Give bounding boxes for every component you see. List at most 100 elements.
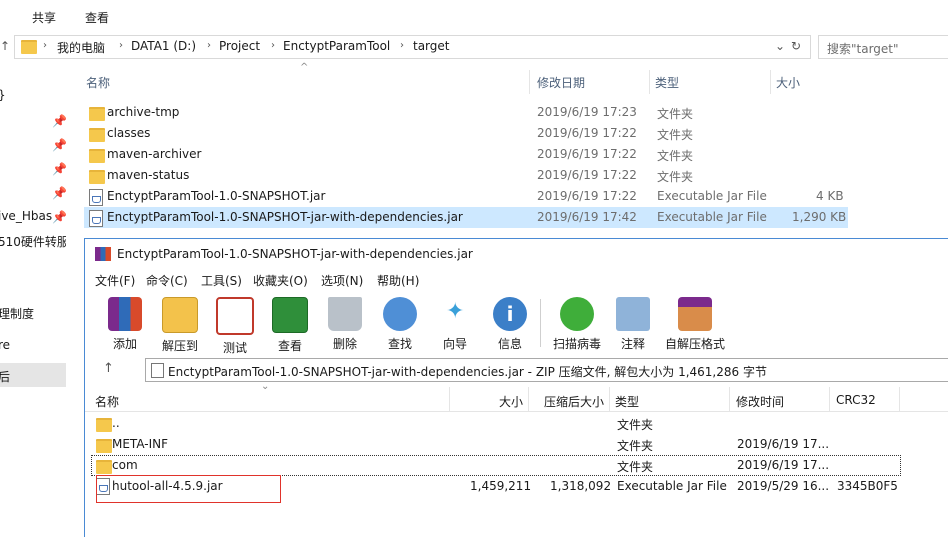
chevron-down-icon[interactable]: ⌄ — [775, 39, 785, 53]
highlight-box — [96, 475, 281, 503]
ribbon-tab-share[interactable]: 共享 — [32, 9, 56, 26]
refresh-icon[interactable]: ↻ — [791, 39, 801, 53]
search-input[interactable]: 搜索"target" — [818, 35, 948, 59]
jar-file-icon — [89, 210, 103, 227]
column-divider — [528, 387, 529, 411]
col-packed[interactable]: 压缩后大小 — [544, 393, 604, 410]
view-button[interactable]: 查看 — [264, 297, 316, 353]
entry-type: Executable Jar File — [617, 479, 727, 493]
zip-file-icon — [151, 363, 164, 378]
breadcrumb-enctyptparamtool[interactable]: EnctyptParamTool — [283, 39, 390, 53]
address-bar[interactable]: › 我的电脑 › DATA1 (D:) › Project › EnctyptP… — [14, 35, 811, 59]
ribbon-tab-view[interactable]: 查看 — [85, 9, 109, 26]
file-date: 2019/6/19 17:22 — [537, 126, 637, 140]
wizard-button[interactable]: ✦ 向导 — [429, 297, 481, 351]
nav-item-partial[interactable]: } — [0, 88, 6, 102]
col-name[interactable]: 名称 — [95, 393, 119, 410]
file-row[interactable]: maven-archiver 2019/6/19 17:22 文件夹 — [84, 144, 848, 165]
info-button[interactable]: i 信息 — [484, 297, 536, 351]
chevron-right-icon: › — [119, 40, 123, 51]
find-button[interactable]: 查找 — [374, 297, 426, 351]
file-name: archive-tmp — [107, 105, 180, 119]
breadcrumb-data1[interactable]: DATA1 (D:) — [131, 39, 196, 53]
window-title: EnctyptParamTool-1.0-SNAPSHOT-jar-with-d… — [117, 247, 473, 261]
nav-item-regulations[interactable]: 理制度 — [0, 305, 34, 322]
archive-row[interactable]: .. 文件夹 — [91, 413, 901, 434]
col-type[interactable]: 类型 — [615, 393, 639, 410]
file-row-selected[interactable]: EnctyptParamTool-1.0-SNAPSHOT-jar-with-d… — [84, 207, 848, 228]
entry-modified: 2019/6/19 17... — [737, 437, 830, 451]
file-row[interactable]: archive-tmp 2019/6/19 17:23 文件夹 — [84, 102, 848, 123]
nav-item-510[interactable]: 510硬件转服 — [0, 233, 66, 250]
test-button[interactable]: 测试 — [209, 297, 261, 355]
col-date[interactable]: 修改日期 — [537, 74, 585, 91]
pin-icon[interactable]: 📌 — [52, 162, 66, 176]
up-arrow-icon[interactable]: ↑ — [0, 39, 10, 53]
nav-item-re[interactable]: re — [0, 338, 10, 352]
scan-virus-button[interactable]: 扫描病毒 — [547, 297, 607, 351]
file-name: maven-archiver — [107, 147, 202, 161]
view-label: 查看 — [277, 339, 302, 353]
entry-crc: 3345B0F5 — [837, 479, 898, 493]
entry-type: 文件夹 — [617, 439, 654, 453]
archive-row[interactable]: META-INF 文件夹 2019/6/19 17... — [91, 434, 901, 455]
comment-button[interactable]: 注释 — [607, 297, 659, 351]
col-size[interactable]: 大小 — [499, 393, 523, 410]
pin-icon[interactable]: 📌 — [52, 138, 66, 152]
col-name[interactable]: 名称 — [86, 74, 110, 91]
column-divider — [829, 387, 830, 411]
breadcrumb-mycomputer[interactable]: 我的电脑 — [57, 39, 105, 56]
col-modified[interactable]: 修改时间 — [736, 393, 784, 410]
pin-icon[interactable]: 📌 — [52, 114, 66, 128]
sfx-button[interactable]: 自解压格式 — [662, 297, 728, 351]
file-row[interactable]: maven-status 2019/6/19 17:22 文件夹 — [84, 165, 848, 186]
extract-to-button[interactable]: 解压到 — [154, 297, 206, 353]
info-icon: i — [493, 297, 527, 331]
menu-commands[interactable]: 命令(C) — [146, 272, 188, 289]
winrar-window: EnctyptParamTool-1.0-SNAPSHOT-jar-with-d… — [84, 238, 948, 537]
file-row[interactable]: classes 2019/6/19 17:22 文件夹 — [84, 123, 848, 144]
breadcrumb-project[interactable]: Project — [219, 39, 260, 53]
file-size: 4 KB — [816, 189, 844, 203]
winrar-titlebar[interactable]: EnctyptParamTool-1.0-SNAPSHOT-jar-with-d… — [85, 239, 948, 269]
file-type: 文件夹 — [657, 170, 694, 184]
file-row[interactable]: EnctyptParamTool-1.0-SNAPSHOT.jar 2019/6… — [84, 186, 848, 207]
menu-help[interactable]: 帮助(H) — [377, 272, 419, 289]
file-type: Executable Jar File — [657, 210, 767, 224]
folder-icon — [89, 128, 105, 142]
column-divider — [770, 70, 771, 94]
file-date: 2019/6/19 17:22 — [537, 168, 637, 182]
wizard-label: 向导 — [442, 337, 467, 351]
breadcrumb-target[interactable]: target — [413, 39, 450, 53]
menu-file[interactable]: 文件(F) — [95, 272, 135, 289]
pin-icon[interactable]: 📌 — [52, 210, 66, 224]
column-divider — [449, 387, 450, 411]
entry-size: 1,459,211 — [470, 479, 532, 493]
nav-item-selected[interactable]: 后 — [0, 368, 10, 385]
add-button[interactable]: 添加 — [99, 297, 151, 351]
chevron-right-icon: › — [207, 40, 211, 51]
col-size[interactable]: 大小 — [776, 74, 800, 91]
winrar-logo-icon — [95, 247, 111, 261]
scan-virus-label: 扫描病毒 — [552, 337, 601, 351]
comment-icon — [616, 297, 650, 331]
nav-item-hbase[interactable]: ive_Hbas — [0, 209, 52, 223]
file-type: 文件夹 — [657, 149, 694, 163]
pin-icon[interactable]: 📌 — [52, 186, 66, 200]
col-crc[interactable]: CRC32 — [836, 393, 876, 407]
menu-options[interactable]: 选项(N) — [321, 272, 363, 289]
archive-row-focused[interactable]: com 文件夹 2019/6/19 17... — [91, 455, 901, 476]
menu-tools[interactable]: 工具(S) — [201, 272, 242, 289]
entry-packed: 1,318,092 — [550, 479, 612, 493]
delete-button[interactable]: 删除 — [319, 297, 371, 351]
column-divider — [899, 387, 900, 411]
menu-favorites[interactable]: 收藏夹(O) — [253, 272, 308, 289]
test-clipboard-icon — [216, 297, 254, 335]
trash-icon — [328, 297, 362, 331]
sort-up-icon: ^ — [300, 62, 309, 73]
col-type[interactable]: 类型 — [655, 74, 679, 91]
archive-path-bar: ↑ EnctyptParamTool-1.0-SNAPSHOT-jar-with… — [85, 357, 948, 383]
up-arrow-icon[interactable]: ↑ — [103, 361, 114, 376]
file-name: EnctyptParamTool-1.0-SNAPSHOT-jar-with-d… — [107, 210, 463, 224]
archive-path-field[interactable]: EnctyptParamTool-1.0-SNAPSHOT-jar-with-d… — [145, 358, 948, 382]
